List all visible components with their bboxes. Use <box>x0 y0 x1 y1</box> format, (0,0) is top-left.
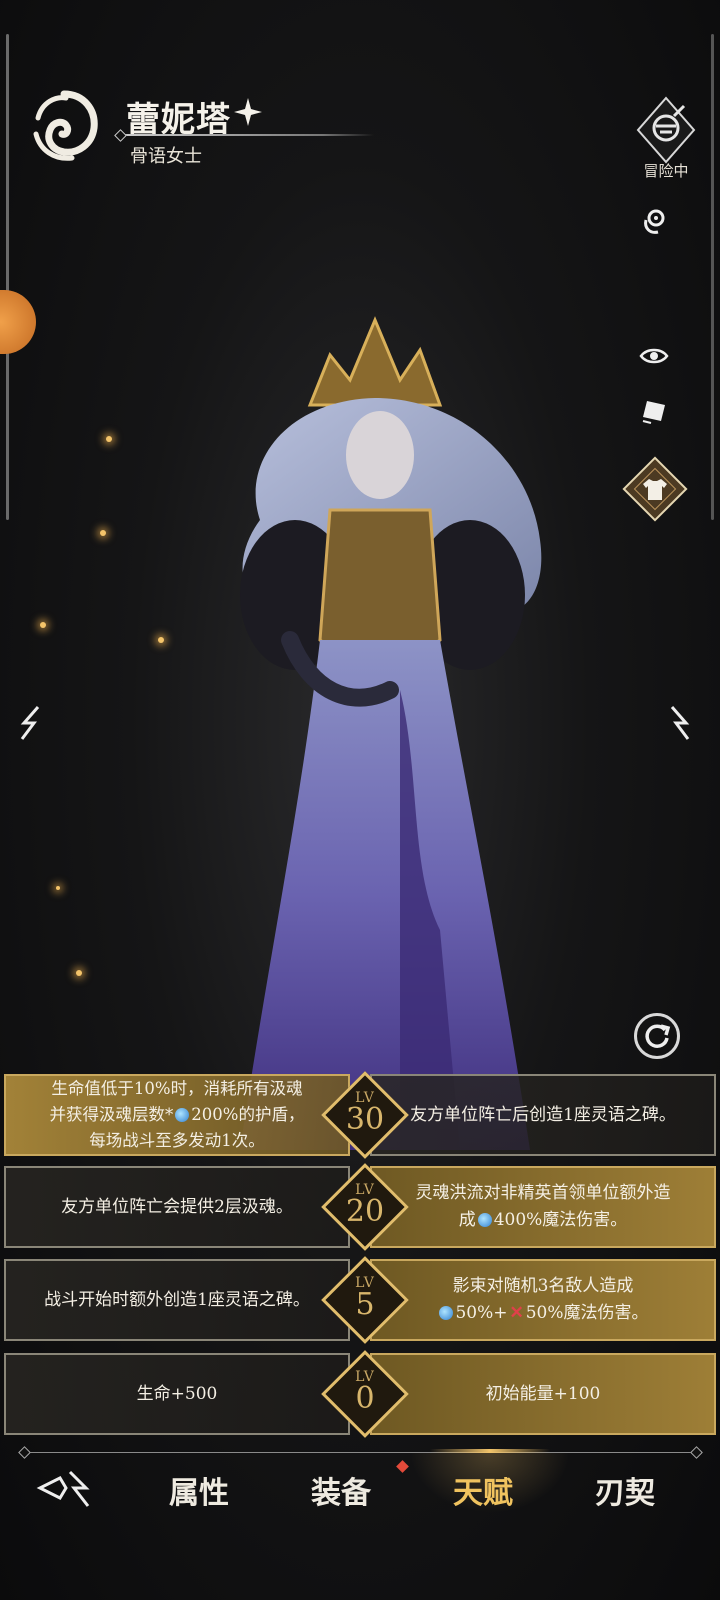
talent-option-left[interactable]: 友方单位阵亡会提供2层汲魂。 <box>4 1166 350 1248</box>
level-badge: LV 20 <box>320 1162 410 1252</box>
tab-attributes[interactable]: 属性 <box>144 1468 254 1512</box>
ember-particle <box>76 970 82 976</box>
ember-particle <box>56 886 60 890</box>
soul-icon <box>439 1306 454 1320</box>
talent-text: 初始能量+100 <box>485 1383 601 1404</box>
rotate-view-button[interactable] <box>634 1013 680 1059</box>
name-divider <box>118 134 374 136</box>
talent-text: 友方单位阵亡会提供2层汲魂。 <box>61 1196 293 1217</box>
talent-text: 成 400%魔法伤害。 <box>458 1210 628 1230</box>
nav-divider <box>22 1452 698 1453</box>
eye-icon[interactable] <box>636 338 672 374</box>
talent-text: 50%+ ✕ 50%魔法伤害。 <box>437 1300 649 1327</box>
back-button[interactable] <box>36 1466 94 1510</box>
talent-option-right[interactable]: 初始能量+100 <box>370 1353 716 1435</box>
left-scroll-track <box>6 34 9 520</box>
ember-particle <box>100 530 106 536</box>
name-divider-ornament <box>114 129 127 142</box>
talent-row-lv5: 战斗开始时额外创造1座灵语之碑。 影束对随机3名敌人造成 50%+ ✕ 50%魔法伤… <box>4 1256 716 1344</box>
hero-portrait <box>240 316 542 1150</box>
talent-option-right[interactable]: 友方单位阵亡后创造1座灵语之碑。 <box>370 1074 716 1156</box>
adventure-status-icon[interactable] <box>634 96 698 166</box>
voice-icon[interactable] <box>636 204 672 240</box>
talent-option-left[interactable]: 战斗开始时额外创造1座灵语之碑。 <box>4 1259 350 1341</box>
active-tab-indicator <box>430 1449 550 1453</box>
faction-swirl-icon <box>33 90 98 161</box>
talent-option-right[interactable]: 影束对随机3名敌人造成 50%+ ✕ 50%魔法伤害。 <box>370 1259 716 1341</box>
notification-dot <box>396 1460 409 1473</box>
tab-talent[interactable]: 天赋 <box>428 1468 538 1512</box>
talent-text: 生命值低于10%时，消耗所有汲魂 <box>51 1079 303 1098</box>
talent-text: 影束对随机3名敌人造成 <box>452 1276 634 1296</box>
talent-text: 每场战斗至多发动1次。 <box>89 1131 265 1150</box>
talent-row-lv0: 生命+500 初始能量+100 LV 0 <box>4 1350 716 1438</box>
blade-icon: ✕ <box>509 1303 524 1323</box>
prev-hero-arrow-icon[interactable] <box>16 703 44 743</box>
talent-text: 生命+500 <box>136 1383 218 1404</box>
tab-blade-pact[interactable]: 刃契 <box>570 1468 680 1512</box>
talent-option-left[interactable]: 生命值低于10%时，消耗所有汲魂 并获得汲魂层数* 200%的护盾， 每场战斗至多… <box>4 1074 350 1156</box>
note-card-icon[interactable] <box>636 394 672 430</box>
nav-divider-ornament <box>18 1446 31 1459</box>
talent-text: 灵魂洪流对非精英首领单位额外造 <box>415 1183 671 1203</box>
shirt-icon <box>643 479 667 500</box>
refresh-icon <box>645 1024 671 1048</box>
talent-option-right[interactable]: 灵魂洪流对非精英首领单位额外造 成 400%魔法伤害。 <box>370 1166 716 1248</box>
next-hero-arrow-icon[interactable] <box>666 703 694 743</box>
talent-text: 战斗开始时额外创造1座灵语之碑。 <box>44 1289 310 1310</box>
hero-title: 骨语女士 <box>130 146 202 167</box>
soul-icon <box>175 1108 190 1122</box>
tab-equipment[interactable]: 装备 <box>286 1468 396 1512</box>
rank-star-icon <box>234 98 262 126</box>
talent-row-lv20: 友方单位阵亡会提供2层汲魂。 灵魂洪流对非精英首领单位额外造 成 400%魔法伤害… <box>4 1163 716 1251</box>
adventure-status-label: 冒险中 <box>643 162 689 180</box>
talent-option-left[interactable]: 生命+500 <box>4 1353 350 1435</box>
right-scroll-track <box>711 34 714 520</box>
level-badge: LV 0 <box>320 1349 410 1439</box>
talent-text: 并获得汲魂层数* 200%的护盾， <box>49 1105 305 1124</box>
side-drawer-tab[interactable] <box>0 290 36 354</box>
ember-particle <box>106 436 112 442</box>
ember-particle <box>158 637 164 643</box>
level-badge: LV 5 <box>320 1255 410 1345</box>
level-badge: LV 30 <box>320 1070 410 1160</box>
soul-icon <box>477 1213 492 1227</box>
ember-particle <box>40 622 46 628</box>
nav-divider-ornament <box>690 1446 703 1459</box>
talent-row-lv30: 生命值低于10%时，消耗所有汲魂 并获得汲魂层数* 200%的护盾， 每场战斗至多… <box>4 1071 716 1159</box>
talent-text: 友方单位阵亡后创造1座灵语之碑。 <box>410 1104 676 1125</box>
